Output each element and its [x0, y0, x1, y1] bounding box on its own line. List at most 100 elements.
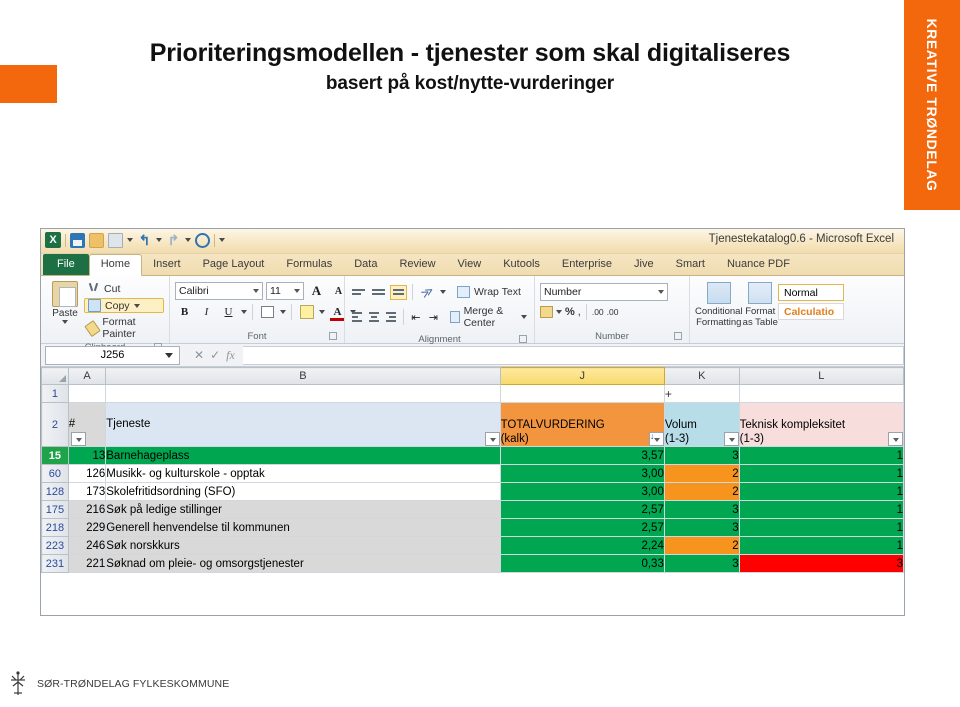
tab-insert[interactable]: Insert	[142, 255, 192, 275]
cell-totalvurdering[interactable]: 3,57	[499, 446, 665, 465]
header-cell-L[interactable]: Teknisk kompleksitet (1-3)	[738, 402, 904, 447]
cell-totalvurdering[interactable]: 0,33	[499, 554, 665, 573]
align-bottom-button[interactable]	[390, 284, 407, 300]
tab-jive[interactable]: Jive	[623, 255, 665, 275]
conditional-formatting-button[interactable]: Conditional Formatting	[695, 282, 743, 328]
bold-button[interactable]: B	[175, 303, 194, 321]
column-header-L[interactable]: L	[738, 367, 904, 385]
cell-volum[interactable]: 2	[663, 482, 740, 501]
cell-tjeneste[interactable]: Søk på ledige stillinger	[105, 500, 501, 519]
number-format-select[interactable]: Number	[540, 283, 668, 301]
row-header-223[interactable]: 223	[41, 536, 69, 555]
row-header-15[interactable]: 15	[41, 446, 69, 465]
header-cell-K[interactable]: Volum (1-3)	[663, 402, 740, 447]
tab-data[interactable]: Data	[343, 255, 388, 275]
header-cell-A[interactable]: #	[67, 402, 107, 447]
cell-teknisk-kompleksitet[interactable]: 1	[738, 446, 904, 465]
paste-button[interactable]: Paste	[46, 279, 84, 324]
select-all-corner[interactable]	[41, 367, 69, 385]
cell-id[interactable]: 246	[67, 536, 107, 555]
percent-style-button[interactable]: %	[565, 306, 575, 318]
orientation-button[interactable]: ≫	[418, 283, 437, 301]
row-header-128[interactable]: 128	[41, 482, 69, 501]
row-header-1[interactable]: 1	[41, 384, 69, 403]
column-header-A[interactable]: A	[67, 367, 107, 385]
cell-totalvurdering[interactable]: 2,57	[499, 500, 665, 519]
print-icon[interactable]	[108, 232, 123, 248]
cut-button[interactable]: Cut	[84, 281, 164, 296]
cell-totalvurdering[interactable]: 2,24	[499, 536, 665, 555]
comma-style-button[interactable]: ,	[578, 306, 581, 318]
row-header-218[interactable]: 218	[41, 518, 69, 537]
table-row[interactable]: 231 221 Søknad om pleie- og omsorgstjenest…	[41, 554, 904, 573]
print-dropdown-icon[interactable]	[127, 238, 133, 242]
cell-A1[interactable]	[67, 384, 107, 403]
ribbon-tab-bar[interactable]: File Home Insert Page Layout Formulas Da…	[41, 254, 904, 276]
column-header-B[interactable]: B	[105, 367, 501, 385]
align-left-button[interactable]	[350, 310, 364, 325]
cell-style-normal[interactable]: Normal	[778, 284, 844, 301]
align-middle-button[interactable]	[370, 285, 387, 300]
print-preview-icon[interactable]	[195, 232, 210, 248]
cell-tjeneste[interactable]: Søknad om pleie- og omsorgstjenester	[105, 554, 501, 573]
copy-dropdown-icon[interactable]	[133, 303, 140, 308]
filter-dropdown-B-icon[interactable]	[484, 432, 500, 446]
italic-button[interactable]: I	[197, 303, 216, 321]
row-header-231[interactable]: 231	[41, 554, 69, 573]
header-cell-J[interactable]: TOTALVURDERING (kalk)	[499, 402, 665, 447]
number-format-chevron-down-icon[interactable]	[658, 290, 664, 294]
table-row[interactable]: 175 216 Søk på ledige stillinger 2,57 3 1	[41, 500, 904, 519]
row-header-60[interactable]: 60	[41, 464, 69, 483]
cell-id[interactable]: 173	[67, 482, 107, 501]
row-header-175[interactable]: 175	[41, 500, 69, 519]
cancel-formula-icon[interactable]: ✕	[194, 348, 204, 362]
tab-review[interactable]: Review	[388, 255, 446, 275]
tab-page-layout[interactable]: Page Layout	[192, 255, 276, 275]
fill-color-button[interactable]	[297, 303, 316, 321]
cell-id[interactable]: 126	[67, 464, 107, 483]
font-family-chevron-down-icon[interactable]	[253, 289, 259, 293]
increase-indent-button[interactable]: ⇥	[426, 308, 441, 326]
cell-volum[interactable]: 3	[663, 500, 740, 519]
insert-function-icon[interactable]: fx	[226, 348, 235, 363]
tab-nuance-pdf[interactable]: Nuance PDF	[716, 255, 801, 275]
customize-qat-icon[interactable]	[219, 238, 225, 242]
tab-kutools[interactable]: Kutools	[492, 255, 551, 275]
decrease-decimal-button[interactable]: .00	[607, 307, 619, 317]
quick-access-toolbar[interactable]: X ↰ ↱	[45, 232, 225, 248]
tab-smart[interactable]: Smart	[665, 255, 716, 275]
cell-J1[interactable]	[499, 384, 665, 403]
decrease-indent-button[interactable]: ⇤	[409, 308, 424, 326]
cell-teknisk-kompleksitet[interactable]: 1	[738, 500, 904, 519]
cell-tjeneste[interactable]: Generell henvendelse til kommunen	[105, 518, 501, 537]
cell-id[interactable]: 216	[67, 500, 107, 519]
cell-tjeneste[interactable]: Skolefritidsordning (SFO)	[105, 482, 501, 501]
increase-decimal-button[interactable]: .00	[592, 307, 604, 317]
fill-color-dropdown-icon[interactable]	[319, 310, 325, 314]
cell-L1[interactable]	[738, 384, 904, 403]
cell-style-calculation[interactable]: Calculatio	[778, 303, 844, 320]
cell-volum[interactable]: 3	[663, 518, 740, 537]
cell-teknisk-kompleksitet[interactable]: 1	[738, 518, 904, 537]
underline-dropdown-icon[interactable]	[241, 310, 247, 314]
undo-icon[interactable]: ↰	[137, 232, 152, 248]
font-dialog-launcher-icon[interactable]	[329, 332, 337, 340]
tab-enterprise[interactable]: Enterprise	[551, 255, 623, 275]
header-cell-B[interactable]: Tjeneste	[105, 402, 501, 447]
borders-button[interactable]	[258, 303, 277, 321]
table-row[interactable]: 15 13 Barnehageplass 3,57 3 1	[41, 446, 904, 465]
cell-totalvurdering[interactable]: 2,57	[499, 518, 665, 537]
redo-dropdown-icon[interactable]	[185, 238, 191, 242]
table-row[interactable]: 128 173 Skolefritidsordning (SFO) 3,00 2 1	[41, 482, 904, 501]
accounting-dropdown-icon[interactable]	[556, 310, 562, 314]
cell-id[interactable]: 229	[67, 518, 107, 537]
align-top-button[interactable]	[350, 285, 367, 300]
cell-volum[interactable]: 2	[663, 464, 740, 483]
save-icon[interactable]	[70, 232, 85, 248]
tab-view[interactable]: View	[447, 255, 493, 275]
merge-center-dropdown-icon[interactable]	[520, 315, 527, 319]
row-header-2[interactable]: 2	[41, 402, 69, 447]
tab-formulas[interactable]: Formulas	[275, 255, 343, 275]
cell-id[interactable]: 13	[67, 446, 107, 465]
cell-teknisk-kompleksitet[interactable]: 3	[738, 554, 904, 573]
